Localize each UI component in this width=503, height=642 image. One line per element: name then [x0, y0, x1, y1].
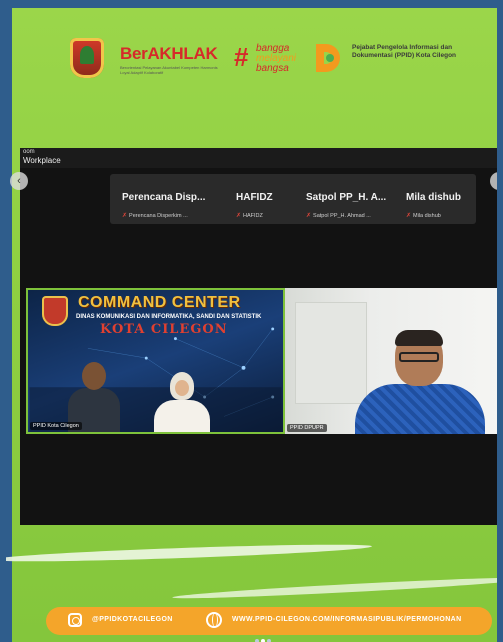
command-center-title: COMMAND CENTER	[78, 294, 241, 311]
participant-tile[interactable]: HAFIDZ ✗ HAFIDZ	[236, 174, 306, 224]
globe-icon	[206, 612, 222, 628]
video-label: PPID Kota Cilegon	[30, 422, 82, 430]
berakhlak-logo: BerAKHLAK Berorientasi Pelayanan Akuntab…	[120, 44, 220, 75]
command-center-city: KOTA CILEGON	[100, 322, 228, 337]
instagram-icon	[68, 613, 82, 627]
video-label: PPID DPUPR	[287, 424, 327, 432]
video-tile-ppid-kota-cilegon[interactable]: COMMAND CENTER DINAS KOMUNIKASI DAN INFO…	[26, 288, 285, 434]
bangga-hash: #	[234, 42, 249, 72]
header-logos: BerAKHLAK Berorientasi Pelayanan Akuntab…	[12, 36, 497, 84]
video-tile-ppid-dpupr[interactable]: PPID DPUPR	[285, 288, 497, 434]
post-frame: BerAKHLAK Berorientasi Pelayanan Akuntab…	[0, 0, 503, 642]
berakhlak-tagline: Berorientasi Pelayanan Akuntabel Kompete…	[120, 65, 218, 75]
ppid-title: Pejabat Pengelola Informasi dan Dokument…	[352, 44, 457, 59]
muted-mic-icon: ✗	[406, 213, 412, 219]
zoom-topbar: oom Workplace	[20, 148, 497, 168]
participant-name: Satpol PP_H. A...	[306, 192, 387, 203]
carousel-next-button[interactable]: ›	[490, 172, 497, 190]
participant-name: HAFIDZ	[236, 192, 273, 203]
participant-strip: Perencana Disp... ✗ Perencana Disperkim .…	[110, 174, 476, 224]
berakhlak-title: BerAKHLAK	[120, 44, 218, 63]
participant-label: Mila dishub	[413, 213, 441, 219]
participant-name: Mila dishub	[406, 192, 461, 203]
participant-woman	[154, 372, 210, 432]
participant-label: HAFIDZ	[243, 213, 263, 219]
muted-mic-icon: ✗	[306, 213, 312, 219]
participant-tile[interactable]: Satpol PP_H. A... ✗ Satpol PP_H. Ahmad ..…	[306, 174, 396, 224]
workspace-label: Workplace	[23, 156, 61, 165]
zoom-meeting-screenshot: oom Workplace Perencana Disp... ✗ Perenca…	[20, 148, 497, 525]
carousel-dots	[254, 630, 272, 642]
participant-tile[interactable]: Mila dishub ✗ Mila dishub	[406, 174, 474, 224]
command-center-subtitle: DINAS KOMUNIKASI DAN INFORMATIKA, SANDI …	[76, 314, 262, 320]
participant-name: Perencana Disp...	[122, 192, 206, 203]
participant-tile[interactable]: Perencana Disp... ✗ Perencana Disperkim .…	[122, 174, 212, 224]
participant-label: Satpol PP_H. Ahmad ...	[313, 213, 371, 219]
cilegon-emblem-icon	[42, 296, 68, 326]
ppid-logo-icon	[316, 44, 340, 72]
instagram-handle[interactable]: @PPIDKOTACILEGON	[92, 616, 173, 623]
participant-label: Perencana Disperkim ...	[129, 213, 188, 219]
carousel-prev-button[interactable]: ‹	[10, 172, 28, 190]
decorative-swoosh	[172, 574, 497, 602]
muted-mic-icon: ✗	[236, 213, 242, 219]
decorative-swoosh	[6, 541, 373, 565]
bangsa-word: bangsa	[256, 63, 289, 74]
cilegon-seal-icon	[70, 38, 104, 78]
website-url[interactable]: WWW.PPID-CILEGON.COM/INFORMASIPUBLIK/PER…	[232, 616, 462, 623]
app-label: oom	[23, 149, 35, 155]
muted-mic-icon: ✗	[122, 213, 128, 219]
participant-speaker	[355, 330, 485, 434]
